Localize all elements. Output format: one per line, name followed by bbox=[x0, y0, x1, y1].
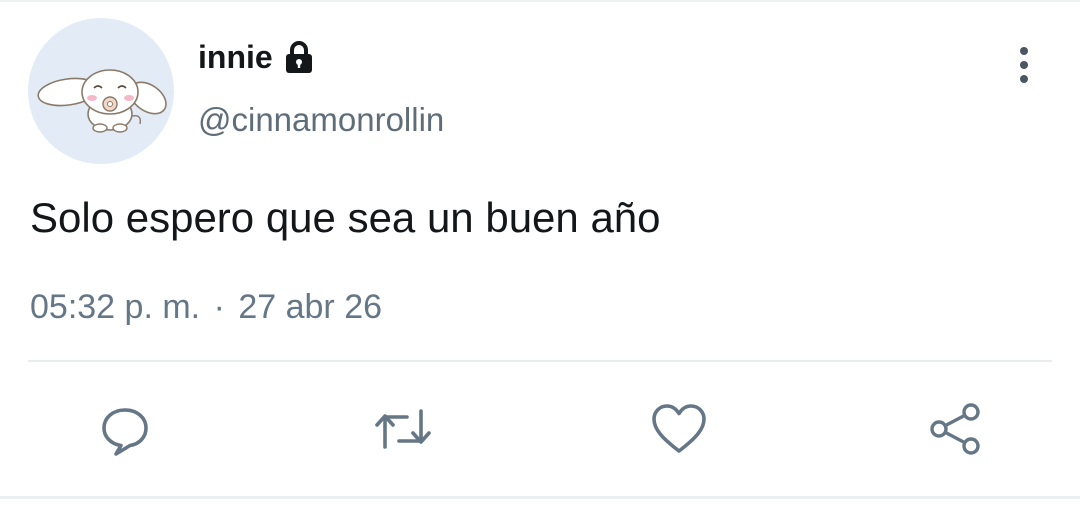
top-divider bbox=[0, 0, 1080, 2]
like-button[interactable] bbox=[644, 396, 714, 466]
bottom-divider bbox=[0, 496, 1080, 499]
tweet-time: 05:32 p. m. bbox=[30, 288, 201, 326]
action-divider bbox=[28, 360, 1052, 362]
heart-icon bbox=[650, 401, 708, 462]
share-button[interactable] bbox=[920, 396, 990, 466]
tweet-text: Solo espero que sea un buen año bbox=[30, 194, 661, 241]
meta-separator: · bbox=[213, 288, 225, 326]
reply-button[interactable] bbox=[90, 396, 160, 466]
retweet-button[interactable] bbox=[368, 396, 438, 466]
reply-icon bbox=[97, 401, 153, 462]
retweet-icon bbox=[371, 401, 435, 462]
tweet-card: innie @cinnamonrollin Solo espero que se… bbox=[0, 0, 1080, 520]
display-name[interactable]: innie bbox=[198, 38, 273, 76]
action-bar bbox=[0, 396, 1080, 466]
tweet-timestamp: 05:32 p. m. · 27 abr 26 bbox=[30, 284, 382, 330]
lock-icon bbox=[281, 39, 317, 75]
user-handle[interactable]: @cinnamonrollin bbox=[198, 100, 444, 140]
avatar[interactable] bbox=[28, 18, 174, 164]
share-icon bbox=[925, 399, 985, 464]
cinnamoroll-avatar-image bbox=[37, 69, 167, 133]
more-vertical-icon[interactable] bbox=[1012, 44, 1036, 88]
tweet-date: 27 abr 26 bbox=[238, 288, 383, 326]
display-name-row: innie bbox=[198, 38, 317, 76]
